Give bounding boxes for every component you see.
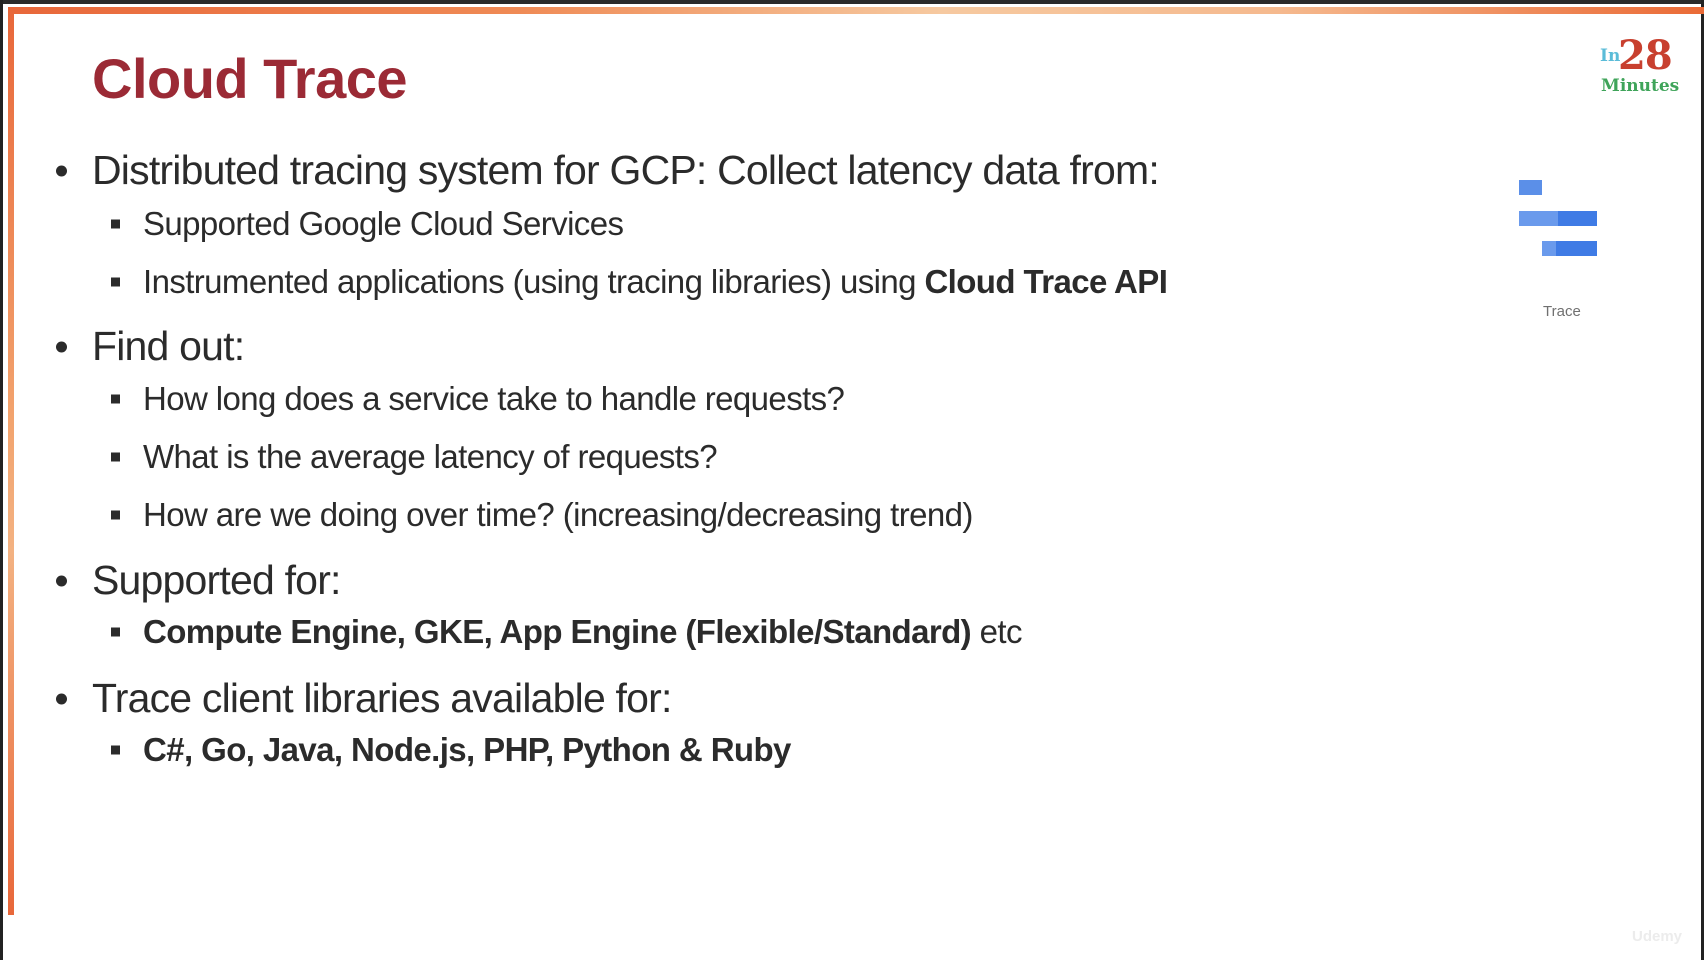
sub-bullet-item: Compute Engine, GKE, App Engine (Flexibl… [143, 613, 1022, 651]
sub-bullet-text: Supported Google Cloud Services [143, 205, 624, 242]
sub-bullet-text: How long does a service take to handle r… [143, 380, 845, 417]
trace-icon-span-3 [1542, 241, 1597, 256]
sub-bullet-text: Instrumented applications (using tracing… [143, 263, 925, 300]
slide: Cloud Trace In 28 Minutes Trace Distribu… [0, 0, 1704, 960]
udemy-watermark: Udemy [1632, 928, 1683, 945]
slide-title: Cloud Trace [92, 47, 408, 110]
window-edge-left [0, 0, 3, 960]
sub-bullet-text: etc [971, 613, 1023, 650]
emphasized-text: C#, Go, Java, Node.js, PHP, Python & Rub… [143, 731, 791, 768]
trace-icon [1518, 178, 1602, 260]
logo-suffix: Minutes [1601, 76, 1680, 96]
window-edge-top [0, 0, 1704, 4]
sub-bullet-text: How are we doing over time? (increasing/… [143, 496, 973, 533]
emphasized-text: Compute Engine, GKE, App Engine (Flexibl… [143, 613, 972, 650]
bullet-item: Find out: [92, 323, 245, 369]
sub-bullet-text: What is the average latency of requests? [143, 438, 718, 475]
sub-bullet-item: What is the average latency of requests? [143, 438, 718, 476]
in28minutes-logo: In 28 Minutes [1600, 32, 1690, 98]
sub-bullet-item: C#, Go, Java, Node.js, PHP, Python & Rub… [143, 731, 791, 769]
sub-bullet-item: Supported Google Cloud Services [143, 205, 624, 243]
trace-icon-label: Trace [1543, 303, 1581, 320]
bullet-item: Distributed tracing system for GCP: Coll… [92, 147, 1160, 193]
bullet-item: Trace client libraries available for: [92, 675, 672, 721]
emphasized-text: Cloud Trace API [924, 263, 1168, 300]
logo-number: 28 [1618, 32, 1673, 79]
trace-icon-span-2 [1519, 211, 1597, 226]
sub-bullet-item: Instrumented applications (using tracing… [143, 263, 1168, 301]
slide-frame-top-accent [8, 7, 1704, 14]
sub-bullet-item: How long does a service take to handle r… [143, 380, 845, 418]
sub-bullet-item: How are we doing over time? (increasing/… [143, 496, 973, 534]
trace-icon-span-1 [1519, 180, 1542, 195]
slide-frame-left-accent [8, 7, 14, 915]
bullet-item: Supported for: [92, 557, 341, 603]
